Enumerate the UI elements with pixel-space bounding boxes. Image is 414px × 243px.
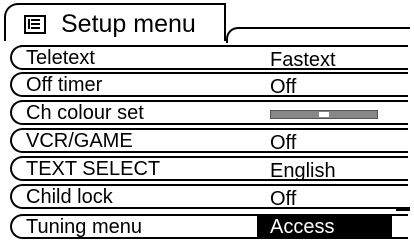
menu-item-text-select[interactable]: TEXT SELECT English — [10, 156, 408, 182]
menu-item-ch-colour-set[interactable]: Ch colour set — [10, 100, 408, 125]
header-divider — [226, 27, 410, 43]
menu-item-value: Fastext — [270, 49, 336, 71]
menu-item-value: Off — [270, 132, 297, 154]
menu-item-label: TEXT SELECT — [26, 158, 161, 180]
menu-item-label: Off timer — [26, 74, 103, 96]
menu-item-label: Child lock — [26, 186, 113, 208]
menu-item-value-selected: Access — [257, 216, 392, 238]
menu-item-vcr-game[interactable]: VCR/GAME Off — [10, 128, 408, 154]
menu-item-child-lock[interactable]: Child lock Off — [10, 184, 408, 210]
menu-item-off-timer[interactable]: Off timer Off — [10, 72, 408, 98]
scroll-indicator — [396, 207, 410, 211]
menu-item-label: VCR/GAME — [26, 130, 133, 152]
menu-item-label: Teletext — [26, 47, 95, 69]
menu-item-label: Ch colour set — [26, 102, 144, 124]
menu-item-value: Off — [270, 188, 297, 210]
menu-item-label: Tuning menu — [26, 216, 142, 238]
menu-list-icon — [24, 15, 46, 34]
menu-item-value: English — [270, 160, 336, 182]
colour-level-slider[interactable] — [270, 110, 378, 119]
menu-item-tuning-menu[interactable]: Tuning menu Access — [10, 214, 408, 239]
menu-item-value: Off — [270, 76, 297, 98]
slider-knob[interactable] — [319, 112, 329, 117]
osd-setup-menu: Setup menu Teletext Fastext Off timer Of… — [0, 0, 414, 243]
menu-item-teletext[interactable]: Teletext Fastext — [10, 45, 408, 71]
menu-header-tab: Setup menu — [4, 3, 226, 41]
menu-title: Setup menu — [61, 10, 196, 38]
